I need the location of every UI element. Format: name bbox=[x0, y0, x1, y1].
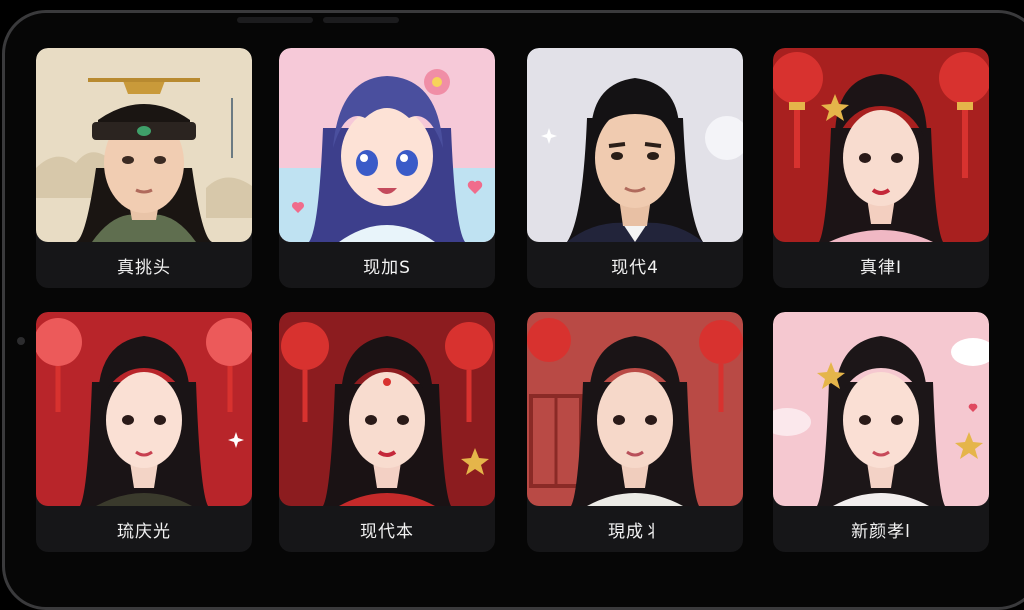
style-thumbnail bbox=[527, 312, 743, 506]
style-thumbnail bbox=[279, 48, 495, 242]
style-label: 现代本 bbox=[360, 521, 414, 542]
style-card[interactable]: 现代4 bbox=[527, 48, 743, 288]
hardware-button bbox=[237, 17, 313, 23]
style-card[interactable]: 现加S bbox=[279, 48, 495, 288]
style-card[interactable]: 现代本 bbox=[279, 312, 495, 552]
style-gallery: 真挑头 现加S 现代4 真律I 琉庆光 现代本 現成丬 新颜孝l bbox=[36, 48, 990, 554]
style-card[interactable]: 真挑头 bbox=[36, 48, 252, 288]
style-card[interactable]: 琉庆光 bbox=[36, 312, 252, 552]
camera-dot bbox=[17, 337, 25, 345]
style-card[interactable]: 真律I bbox=[773, 48, 989, 288]
style-thumbnail bbox=[773, 48, 989, 242]
style-thumbnail bbox=[279, 312, 495, 506]
style-thumbnail bbox=[36, 312, 252, 506]
style-label: 新颜孝l bbox=[851, 521, 911, 542]
style-label: 真律I bbox=[859, 257, 902, 278]
style-label: 现加S bbox=[363, 257, 411, 278]
style-label: 現成丬 bbox=[608, 521, 662, 542]
style-label: 琉庆光 bbox=[117, 521, 171, 542]
style-card[interactable]: 現成丬 bbox=[527, 312, 743, 552]
style-thumbnail bbox=[527, 48, 743, 242]
hardware-button bbox=[323, 17, 399, 23]
style-card[interactable]: 新颜孝l bbox=[773, 312, 989, 552]
style-label: 现代4 bbox=[611, 257, 659, 278]
style-label: 真挑头 bbox=[117, 257, 171, 278]
style-thumbnail bbox=[36, 48, 252, 242]
style-thumbnail bbox=[773, 312, 989, 506]
